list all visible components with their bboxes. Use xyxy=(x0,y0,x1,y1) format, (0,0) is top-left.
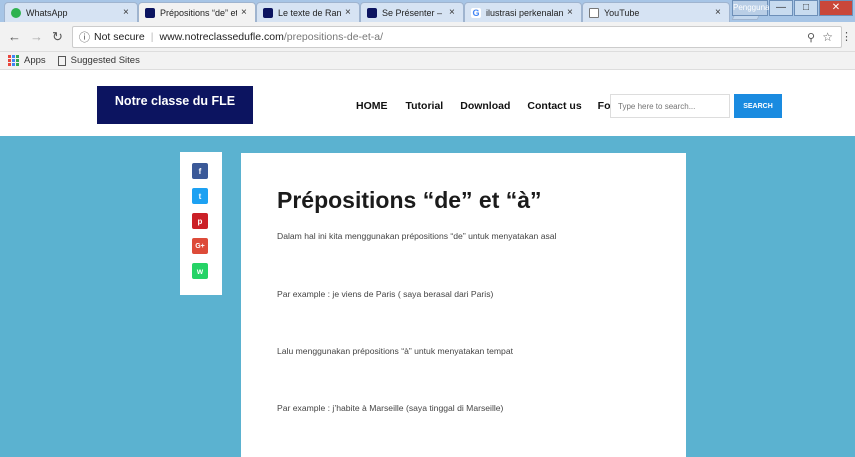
info-icon[interactable]: ⓘ xyxy=(79,29,90,45)
user-profile-button[interactable]: Pengguna xyxy=(732,0,769,16)
social-share-bar: f t p G+ w xyxy=(180,152,222,295)
page-icon xyxy=(589,7,599,18)
article-title: Prépositions “de” et “à” xyxy=(277,187,542,213)
tab-se-presenter[interactable]: Se Présenter – Notre C × xyxy=(360,2,464,22)
site-favicon-icon xyxy=(367,7,377,18)
tab-prepositions[interactable]: Prépositions “de” et “à × xyxy=(138,2,256,22)
twitter-share-button[interactable]: t xyxy=(192,188,208,204)
article-paragraph: Par example : j’habite à Marseille (saya… xyxy=(277,403,504,413)
bookmark-apps[interactable]: Apps xyxy=(8,55,46,66)
nav-tutorial[interactable]: Tutorial xyxy=(406,100,444,112)
security-label: Not secure xyxy=(94,31,145,43)
url-path: /prepositions-de-et-a/ xyxy=(283,31,384,43)
tab-title: Le texte de Rani – Notr xyxy=(278,7,341,18)
google-icon: G xyxy=(471,7,481,18)
bookmark-label: Apps xyxy=(24,55,46,66)
nav-contact-us[interactable]: Contact us xyxy=(527,100,581,112)
article-paragraph: Dalam hal ini kita menggunakan prépositi… xyxy=(277,231,557,241)
close-icon[interactable]: × xyxy=(345,7,353,18)
close-icon[interactable]: × xyxy=(567,7,575,18)
minimize-button[interactable]: — xyxy=(769,0,793,16)
facebook-share-button[interactable]: f xyxy=(192,163,208,179)
close-icon[interactable]: × xyxy=(715,7,723,18)
site-header: Notre classe du FLE HOME Tutorial Downlo… xyxy=(0,70,855,136)
main-content-area: f t p G+ w Prépositions “de” et “à” Dala… xyxy=(0,136,855,457)
article-paragraph: Lalu menggunakan prépositions “à” untuk … xyxy=(277,346,513,356)
tab-youtube[interactable]: YouTube × xyxy=(582,2,730,22)
browser-toolbar: ← → ↻ ⓘ Not secure | www.notreclassedufl… xyxy=(0,22,855,52)
menu-dots-icon[interactable]: ⋮ xyxy=(841,30,852,43)
tab-strip: WhatsApp × Prépositions “de” et “à × Le … xyxy=(0,0,855,22)
whatsapp-icon xyxy=(11,7,21,18)
page-icon xyxy=(57,55,66,66)
facebook-icon: f xyxy=(198,166,202,176)
bookmark-star-icon[interactable]: ☆ xyxy=(822,30,833,44)
pinterest-icon: p xyxy=(197,216,203,226)
divider: | xyxy=(150,31,154,43)
reload-icon[interactable]: ↻ xyxy=(52,29,63,45)
search-button[interactable]: SEARCH xyxy=(734,94,782,118)
apps-grid-icon xyxy=(8,55,19,66)
whatsapp-icon: w xyxy=(196,266,204,276)
article-paragraph: Par example : je viens de Paris ( saya b… xyxy=(277,289,494,299)
main-menu: HOME Tutorial Download Contact us Forum xyxy=(356,100,630,112)
tab-title: Se Présenter – Notre C xyxy=(382,7,445,18)
tab-title: YouTube xyxy=(604,7,640,18)
site-favicon-icon xyxy=(145,7,155,18)
site-favicon-icon xyxy=(263,7,273,18)
maximize-button[interactable]: □ xyxy=(794,0,818,16)
site-logo[interactable]: Notre classe du FLE xyxy=(97,86,253,124)
zoom-icon[interactable]: ⚲ xyxy=(807,31,815,44)
url-host: www.notreclassedufle.com xyxy=(159,31,284,43)
forward-arrow-icon[interactable]: → xyxy=(30,29,43,44)
close-icon[interactable]: × xyxy=(241,7,249,18)
bookmarks-bar: Apps Suggested Sites xyxy=(0,52,855,70)
google-plus-share-button[interactable]: G+ xyxy=(192,238,208,254)
close-icon[interactable]: × xyxy=(123,7,131,18)
bookmark-label: Suggested Sites xyxy=(70,55,140,66)
close-icon[interactable]: × xyxy=(449,7,457,18)
article-card: Prépositions “de” et “à” Dalam hal ini k… xyxy=(241,153,686,457)
nav-download[interactable]: Download xyxy=(460,100,510,112)
tab-whatsapp[interactable]: WhatsApp × xyxy=(4,2,138,22)
back-arrow-icon[interactable]: ← xyxy=(8,29,21,44)
tab-le-texte-de-rani[interactable]: Le texte de Rani – Notr × xyxy=(256,2,360,22)
bookmark-suggested-sites[interactable]: Suggested Sites xyxy=(57,55,140,66)
tab-title: WhatsApp xyxy=(26,7,68,18)
tab-ilustrasi[interactable]: G ilustrasi perkenalan di × xyxy=(464,2,582,22)
window-controls: Pengguna — □ ✕ xyxy=(731,0,853,16)
nav-home[interactable]: HOME xyxy=(356,100,388,112)
google-plus-icon: G+ xyxy=(195,242,205,250)
search-input[interactable] xyxy=(610,94,730,118)
pinterest-share-button[interactable]: p xyxy=(192,213,208,229)
address-bar[interactable]: ⓘ Not secure | www.notreclassedufle.com /… xyxy=(72,26,842,48)
tab-title: Prépositions “de” et “à xyxy=(160,7,237,18)
whatsapp-share-button[interactable]: w xyxy=(192,263,208,279)
twitter-icon: t xyxy=(198,191,202,201)
tab-title: ilustrasi perkenalan di xyxy=(486,7,563,18)
close-window-button[interactable]: ✕ xyxy=(819,0,853,16)
